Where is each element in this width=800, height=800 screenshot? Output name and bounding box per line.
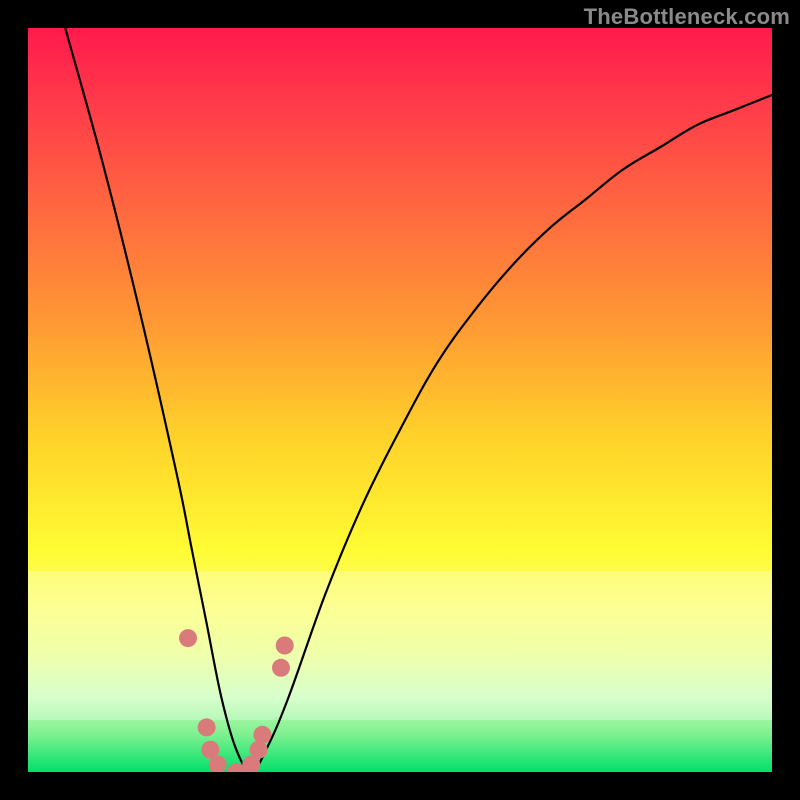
watermark-text: TheBottleneck.com [584,4,790,30]
curve-marker [209,756,227,772]
curve-marker [227,763,245,772]
highlight-band [28,571,772,720]
chart-svg [28,28,772,772]
curve-marker [198,718,216,736]
curve-marker [276,637,294,655]
curve-marker [253,726,271,744]
chart-plot-area [28,28,772,772]
bottleneck-curve [65,28,772,772]
curve-marker [201,741,219,759]
curve-marker [242,756,260,772]
curve-marker [179,629,197,647]
curve-marker [250,741,268,759]
curve-marker [272,659,290,677]
curve-markers [179,629,294,772]
